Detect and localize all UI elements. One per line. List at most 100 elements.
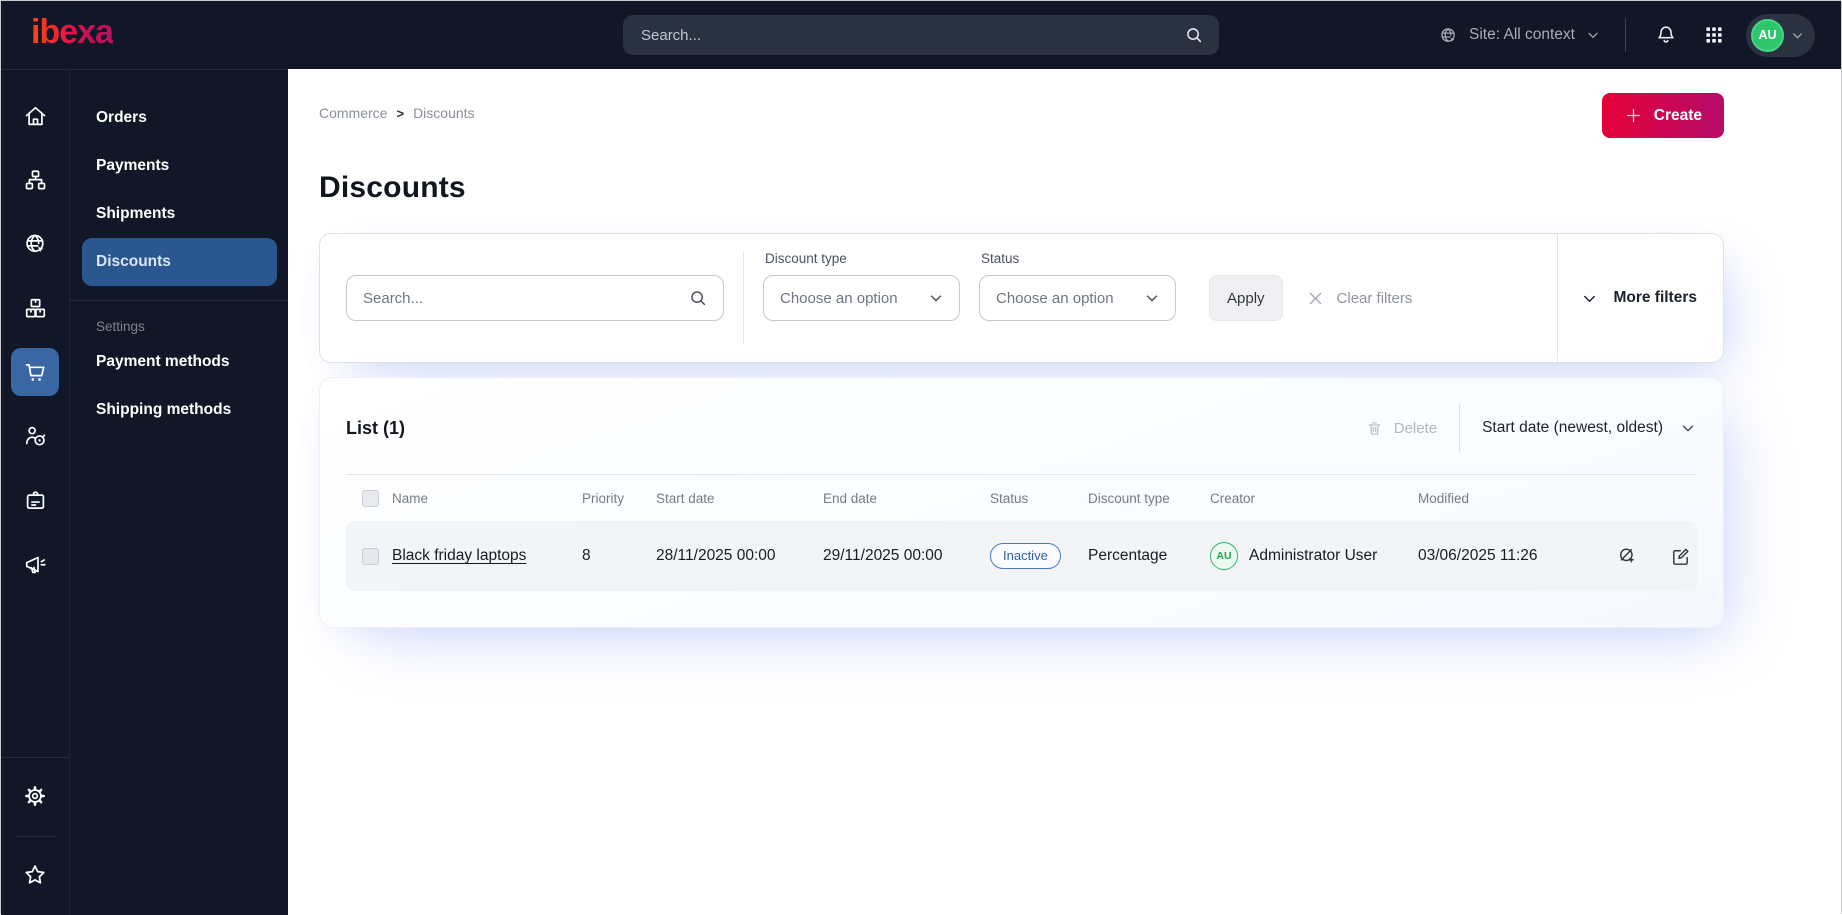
status-label: Status: [981, 251, 1020, 266]
notifications-button[interactable]: [1650, 19, 1682, 51]
menu-item-payments[interactable]: Payments: [70, 142, 288, 190]
breadcrumb-commerce[interactable]: Commerce: [319, 105, 387, 121]
apply-button[interactable]: Apply: [1209, 275, 1283, 321]
icon-rail: [1, 69, 69, 915]
create-button-label: Create: [1653, 106, 1702, 124]
main-content: Commerce > Discounts Create Discounts Se…: [288, 69, 1841, 915]
site-context-label: Site: All context: [1469, 26, 1575, 43]
close-icon: [1307, 290, 1324, 307]
end-date-value: 29/11/2025 00:00: [823, 547, 943, 564]
clear-filters-button[interactable]: Clear filters: [1307, 290, 1412, 307]
status-badge: Inactive: [990, 543, 1061, 569]
table-header: Name Priority Start date End date Status…: [346, 474, 1697, 521]
priority-value: 8: [582, 547, 591, 564]
global-search[interactable]: [623, 15, 1219, 55]
discount-search-field[interactable]: [346, 275, 724, 321]
status-filter: Status Choose an option: [979, 251, 1176, 321]
bell-icon: [1654, 23, 1678, 47]
search-icon[interactable]: [687, 287, 709, 309]
menu-item-shipments[interactable]: Shipments: [70, 190, 288, 238]
content-tree-button[interactable]: [11, 156, 59, 204]
discount-type-value: Percentage: [1088, 547, 1168, 564]
trash-icon: [1365, 419, 1384, 438]
marketing-button[interactable]: [11, 540, 59, 588]
products-button[interactable]: [11, 284, 59, 332]
discount-type-select[interactable]: Choose an option: [763, 275, 960, 321]
search-icon[interactable]: [1183, 24, 1205, 46]
commerce-button[interactable]: [11, 348, 59, 396]
breadcrumb: Commerce > Discounts: [319, 93, 475, 121]
column-status: Status: [990, 491, 1029, 506]
deactivate-discount-button[interactable]: [1614, 543, 1641, 570]
chevron-down-icon: [1143, 289, 1161, 307]
home-icon: [22, 103, 49, 130]
discount-type-filter: Discount type Choose an option: [763, 251, 960, 321]
column-name: Name: [392, 491, 429, 506]
topbar-right-group: Site: All context AU: [1438, 13, 1815, 57]
site-button[interactable]: [11, 220, 59, 268]
menu-item-shipping-methods[interactable]: Shipping methods: [70, 386, 288, 434]
creator-avatar: AU: [1210, 542, 1238, 570]
site-context-selector[interactable]: Site: All context: [1438, 25, 1601, 46]
status-select[interactable]: Choose an option: [979, 275, 1176, 321]
column-modified: Modified: [1418, 491, 1470, 506]
megaphone-icon: [22, 551, 49, 578]
globe-cursor-icon: [22, 231, 49, 258]
star-icon: [21, 861, 49, 889]
plus-icon: [1624, 106, 1643, 125]
chevron-down-icon: [1790, 28, 1805, 43]
globe-icon: [1438, 25, 1459, 46]
create-button[interactable]: Create: [1601, 93, 1724, 138]
user-menu[interactable]: AU: [1746, 13, 1815, 57]
column-priority: Priority: [582, 491, 625, 506]
filter-divider: [743, 252, 744, 344]
table-row: Black friday laptops 8 28/11/2025 00:00 …: [346, 521, 1697, 591]
dashboard-home-button[interactable]: [11, 92, 59, 140]
sort-selector[interactable]: Start date (newest, oldest): [1482, 419, 1697, 437]
chevron-down-icon: [927, 289, 945, 307]
more-filters-button[interactable]: More filters: [1557, 234, 1697, 362]
topbar: ibexa Site: All context: [1, 1, 1841, 69]
global-search-input[interactable]: [641, 26, 1183, 44]
boxes-icon: [22, 295, 49, 322]
person-target-icon: [22, 423, 49, 450]
gear-icon: [21, 782, 49, 810]
rail-divider: [1, 757, 69, 758]
discounts-list: List (1) Delete Start date (newest, olde…: [319, 377, 1724, 628]
breadcrumb-discounts[interactable]: Discounts: [413, 105, 474, 121]
app-switcher-button[interactable]: [1698, 19, 1730, 51]
workflow-button[interactable]: [11, 476, 59, 524]
chevron-down-icon: [1679, 419, 1697, 437]
column-discount-type: Discount type: [1088, 491, 1170, 506]
discount-type-label: Discount type: [765, 251, 847, 266]
rail-bottom-group: [1, 757, 69, 915]
deactivate-icon: [1616, 545, 1639, 568]
list-title: List (1): [346, 417, 406, 438]
chevron-down-icon: [1580, 289, 1599, 308]
start-date-value: 28/11/2025 00:00: [656, 547, 776, 564]
customers-button[interactable]: [11, 412, 59, 460]
filters-bar: Discount type Choose an option Status Ch…: [319, 233, 1724, 363]
edit-discount-button[interactable]: [1667, 543, 1694, 570]
avatar: AU: [1751, 18, 1784, 52]
menu-item-orders[interactable]: Orders: [70, 94, 288, 142]
grid-icon: [1702, 23, 1726, 47]
row-checkbox[interactable]: [362, 547, 379, 565]
discount-name-link[interactable]: Black friday laptops: [392, 547, 526, 564]
edit-icon: [1669, 545, 1692, 568]
sitemap-icon: [22, 167, 49, 194]
column-start-date: Start date: [656, 491, 715, 506]
delete-button[interactable]: Delete: [1365, 419, 1437, 438]
commerce-menu: Orders Payments Shipments Discounts Sett…: [69, 69, 288, 915]
discounts-table: Name Priority Start date End date Status…: [346, 474, 1697, 591]
discount-search-input[interactable]: [363, 289, 687, 307]
select-all-checkbox[interactable]: [362, 490, 379, 507]
modified-value: 03/06/2025 11:26: [1418, 547, 1538, 564]
chevron-down-icon: [1585, 27, 1601, 43]
menu-item-payment-methods[interactable]: Payment methods: [70, 338, 288, 386]
admin-settings-button[interactable]: [11, 772, 59, 820]
ibexa-logo[interactable]: ibexa: [31, 15, 114, 55]
menu-item-discounts[interactable]: Discounts: [82, 238, 277, 286]
topbar-divider: [1625, 18, 1626, 52]
bookmarks-button[interactable]: [11, 851, 59, 899]
